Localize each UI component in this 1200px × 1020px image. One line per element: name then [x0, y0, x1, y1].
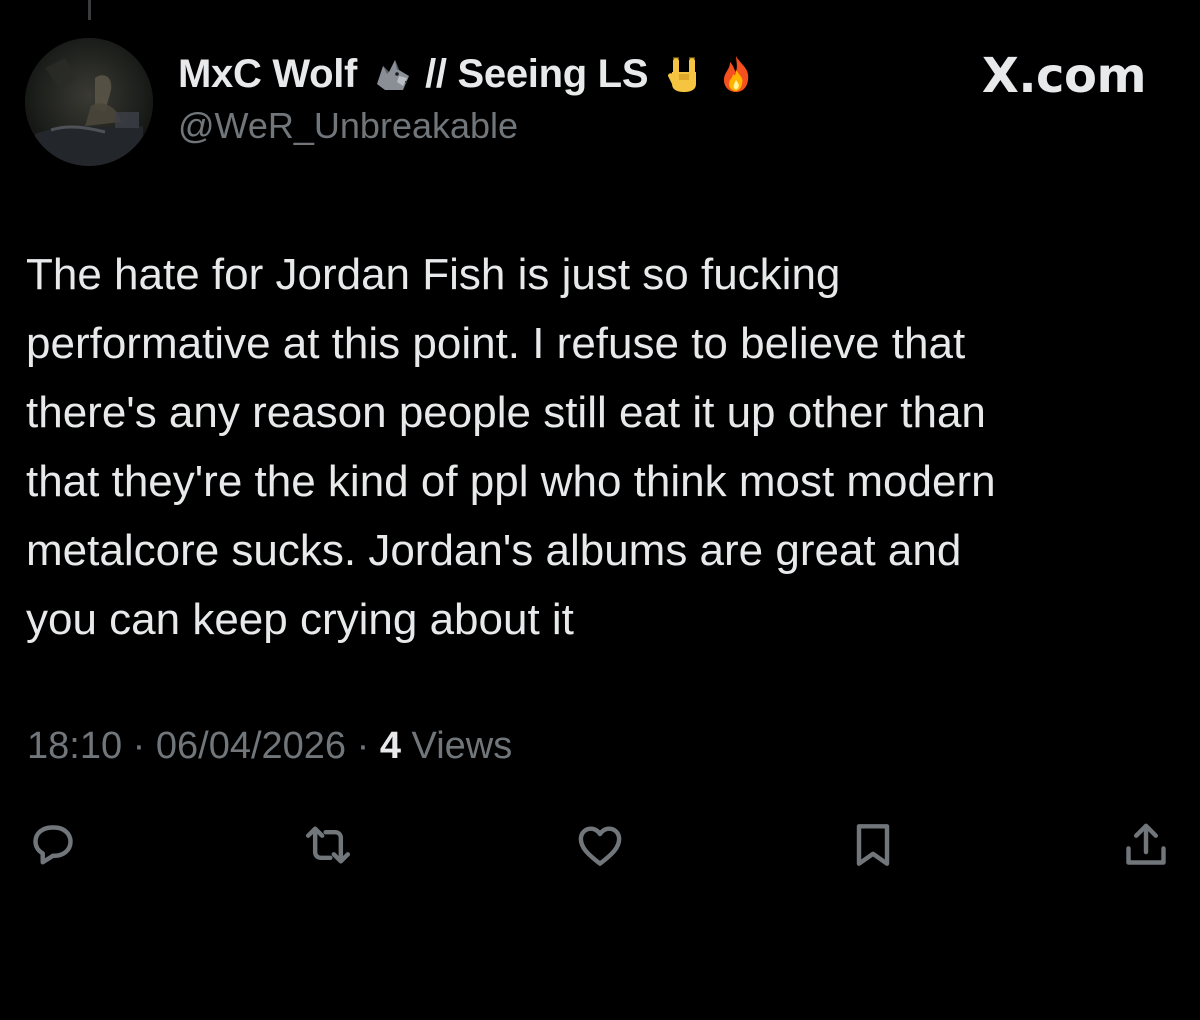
author-info: MxC Wolf // Seeing LS @WeR_Unbreakable [178, 48, 938, 148]
brand-logo: X.com [981, 48, 1147, 104]
author-handle[interactable]: @WeR_Unbreakable [178, 104, 938, 148]
tweet-date[interactable]: 06/04/2026 [156, 725, 346, 767]
like-icon [578, 826, 622, 866]
tweet-time[interactable]: 18:10 [27, 725, 122, 767]
views-count: 4 [379, 725, 401, 767]
like-button[interactable] [570, 815, 630, 875]
rock-on-hand-emoji-icon [664, 54, 704, 94]
author-name-row: MxC Wolf // Seeing LS [178, 48, 938, 100]
author-name-suffix: // Seeing LS [425, 51, 649, 96]
views-label: Views [411, 725, 513, 767]
share-button[interactable] [1116, 815, 1176, 875]
bookmark-icon [856, 824, 890, 866]
wolf-emoji-icon [373, 54, 413, 94]
tweet-meta: 18:10 · 06/04/2026 · 4 Views [27, 722, 512, 770]
reply-button[interactable] [23, 815, 83, 875]
thread-connector-line [88, 0, 91, 20]
avatar[interactable] [25, 38, 153, 166]
meta-separator: · [356, 725, 380, 767]
avatar-image [25, 38, 153, 166]
reply-icon [33, 825, 73, 865]
tweet-text: The hate for Jordan Fish is just so fuck… [26, 250, 996, 644]
author-display-name[interactable]: MxC Wolf [178, 52, 357, 97]
share-icon [1126, 823, 1166, 865]
bookmark-button[interactable] [843, 815, 903, 875]
fire-emoji-icon [716, 54, 756, 94]
retweet-button[interactable] [298, 815, 358, 875]
retweet-icon [305, 826, 351, 864]
tweet-actions [0, 815, 1200, 875]
meta-separator: · [132, 725, 156, 767]
